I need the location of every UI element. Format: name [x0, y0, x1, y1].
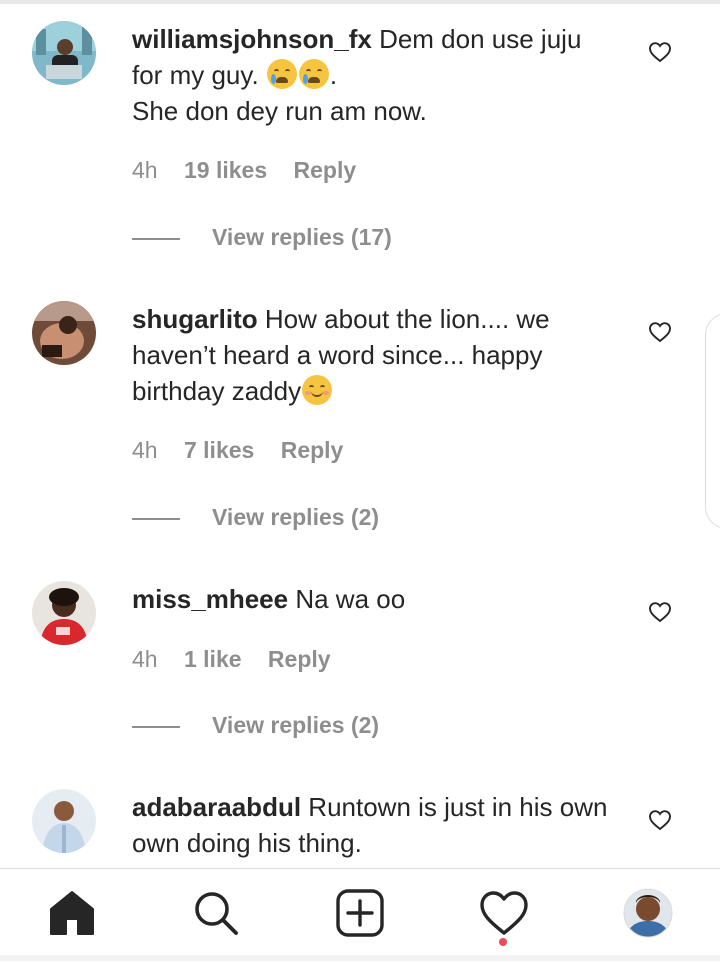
comment-username[interactable]: adabaraabdul: [132, 792, 301, 822]
view-replies-button[interactable]: View replies (2): [132, 712, 379, 739]
notification-dot: [499, 938, 507, 946]
home-icon[interactable]: [44, 887, 100, 943]
crying-face-emoji: [298, 59, 329, 89]
replies-dash: [132, 237, 180, 240]
comment-text: shugarlito How about the lion.... we hav…: [132, 301, 612, 409]
view-replies-button[interactable]: View replies (2): [132, 504, 379, 531]
view-replies-label: View replies (17): [212, 224, 392, 250]
comment-username[interactable]: shugarlito: [132, 304, 258, 334]
comment-meta: 4h 19 likes Reply: [132, 157, 376, 184]
comment-likes[interactable]: 7 likes: [184, 437, 254, 463]
bottom-nav: [0, 868, 720, 962]
comment-likes[interactable]: 1 like: [184, 646, 242, 672]
comment-username[interactable]: miss_mheee: [132, 584, 288, 614]
replies-dash: [132, 517, 180, 520]
replies-dash: [132, 725, 180, 728]
comment-time: 4h: [132, 157, 158, 183]
avatar[interactable]: [32, 301, 96, 365]
avatar[interactable]: [32, 21, 96, 85]
system-bar: [0, 955, 720, 961]
comment-time: 4h: [132, 646, 158, 672]
comments-list: williamsjohnson_fx Dem don use juju for …: [0, 0, 720, 868]
crying-face-emoji: [266, 59, 297, 89]
comment-meta: 4h 1 like Reply: [132, 646, 351, 673]
view-replies-label: View replies (2): [212, 712, 380, 738]
search-icon[interactable]: [188, 887, 244, 943]
reply-button[interactable]: Reply: [268, 646, 331, 672]
side-panel-handle[interactable]: [705, 313, 720, 529]
smiling-face-emoji: [302, 375, 333, 405]
comment-meta: 4h 7 likes Reply: [132, 437, 363, 464]
like-heart-icon[interactable]: [648, 320, 672, 344]
avatar[interactable]: [32, 789, 96, 853]
new-post-icon[interactable]: [332, 887, 388, 943]
like-heart-icon[interactable]: [648, 808, 672, 832]
reply-button[interactable]: Reply: [294, 157, 357, 183]
view-replies-button[interactable]: View replies (17): [132, 224, 392, 251]
comment-text: adabaraabdul Runtown is just in his own …: [132, 789, 612, 861]
comment-body-end: .: [329, 60, 338, 90]
like-heart-icon[interactable]: [648, 600, 672, 624]
view-replies-label: View replies (2): [212, 504, 380, 530]
avatar[interactable]: [32, 581, 96, 645]
comment-body-line2: She don dey run am now.: [132, 96, 427, 126]
like-heart-icon[interactable]: [648, 40, 672, 64]
comment-time: 4h: [132, 437, 158, 463]
comment-body: Na wa oo: [295, 584, 406, 614]
activity-heart-icon[interactable]: [476, 887, 532, 943]
profile-avatar[interactable]: [620, 887, 676, 943]
comment-text: miss_mheee Na wa oo: [132, 581, 612, 617]
comment-username[interactable]: williamsjohnson_fx: [132, 24, 372, 54]
reply-button[interactable]: Reply: [281, 437, 344, 463]
comment-text: williamsjohnson_fx Dem don use juju for …: [132, 21, 612, 129]
comment-likes[interactable]: 19 likes: [184, 157, 267, 183]
